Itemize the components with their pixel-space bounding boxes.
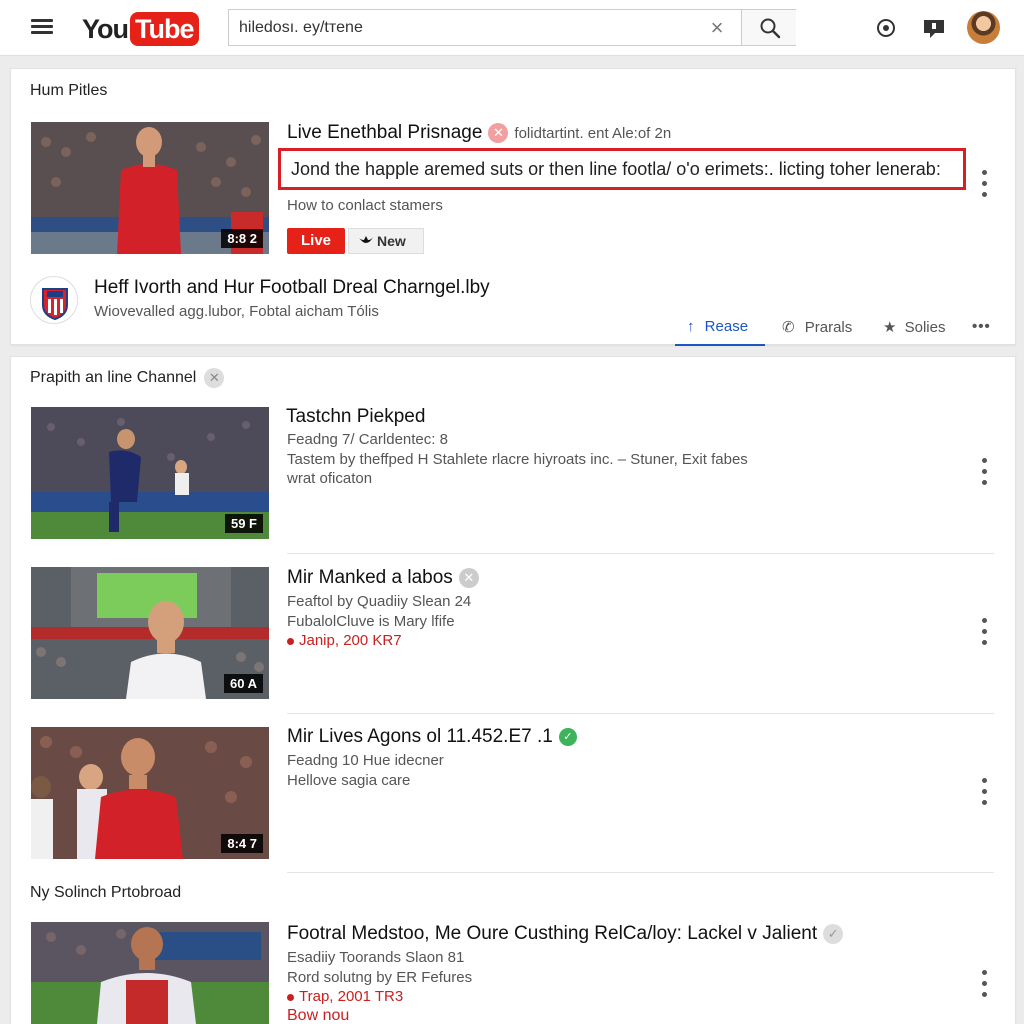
new-button-label: New bbox=[377, 233, 406, 249]
video-title-text: Live Enethbal Prisnage bbox=[287, 122, 483, 143]
new-button[interactable]: New bbox=[348, 228, 424, 254]
divider bbox=[287, 713, 994, 714]
video-meta: FubalolCluve is Mary lfife bbox=[287, 613, 455, 630]
video-title-text: Mir Manked a labos bbox=[287, 567, 453, 588]
live-status: Trap, 2001 TR3 bbox=[287, 988, 403, 1005]
video-title[interactable]: Mir Manked a labos ✕ bbox=[287, 567, 479, 589]
video-meta: Hellove sagia care bbox=[287, 772, 411, 789]
tab-label: Rease bbox=[704, 318, 749, 335]
bird-icon bbox=[359, 236, 373, 243]
phone-icon: ✆ bbox=[782, 319, 795, 336]
clear-icon[interactable]: × bbox=[705, 16, 729, 40]
video-meta: wrat oficaton bbox=[287, 470, 373, 487]
channel-logo[interactable] bbox=[30, 276, 78, 324]
live-status-text: Janip, 200 KR7 bbox=[299, 632, 402, 649]
divider bbox=[287, 553, 994, 554]
more-tabs-icon[interactable]: ••• bbox=[972, 318, 991, 346]
search-box: × bbox=[228, 9, 796, 46]
section-title: Prapith an line Channel ✕ bbox=[30, 368, 225, 388]
tab-label: Prarals bbox=[804, 319, 853, 336]
video-thumbnail[interactable]: 59 F bbox=[31, 407, 269, 539]
verified-icon: ✓ bbox=[558, 727, 577, 746]
crest-icon bbox=[42, 288, 68, 321]
duration-badge: 59 F bbox=[224, 514, 263, 533]
duration-badge: 60 A bbox=[224, 674, 263, 693]
section-title: Ny Solinch Prtobroad bbox=[30, 884, 182, 901]
video-meta: How to conlact stamers bbox=[287, 197, 443, 214]
video-meta: Feadng 7/ Carldentec: 8 bbox=[287, 431, 448, 448]
video-thumbnail[interactable]: 8:8 2 bbox=[31, 122, 269, 254]
video-meta: Feadng 10 Hue idecner bbox=[287, 752, 444, 769]
channel-subtitle: Wiovevalled agg.lubor, Fobtal aicham Tól… bbox=[94, 303, 379, 320]
duration-badge: 8:8 2 bbox=[221, 229, 263, 248]
search-icon bbox=[760, 18, 781, 39]
menu-icon[interactable] bbox=[28, 16, 56, 40]
search-button[interactable] bbox=[741, 10, 796, 45]
highlighted-description: Jond the happle aremed suts or then line… bbox=[278, 148, 966, 190]
video-meta: Feaftol by Quadiiy Slean 24 bbox=[287, 593, 472, 610]
video-meta: Tastem by theffped H Stahlete rlacre hiy… bbox=[287, 451, 748, 468]
video-badge-text: folidtartint. ent Ale:of 2n bbox=[514, 125, 672, 142]
video-title[interactable]: Mir Lives Agons ol 11.452.E7 .1 ✓ bbox=[287, 726, 577, 748]
more-options-icon[interactable] bbox=[974, 614, 994, 652]
verified-icon: ✓ bbox=[823, 923, 844, 944]
more-options-icon[interactable] bbox=[974, 966, 994, 1004]
logo-tube-text: Tube bbox=[130, 12, 199, 46]
video-thumbnail[interactable] bbox=[31, 922, 269, 1024]
video-title[interactable]: Tastchn Piekped bbox=[286, 406, 425, 428]
video-title[interactable]: Footral Medstoo, Me Oure Custhing RelCa/… bbox=[287, 923, 844, 945]
verified-icon: ✕ bbox=[458, 567, 479, 588]
tab-rease[interactable]: ↑ Rease bbox=[675, 318, 765, 346]
avatar[interactable] bbox=[967, 11, 1000, 44]
tab-label: Solies bbox=[904, 319, 946, 336]
video-title-text: Footral Medstoo, Me Oure Custhing RelCa/… bbox=[287, 923, 818, 944]
close-icon[interactable]: ✕ bbox=[488, 122, 509, 143]
notifications-icon[interactable] bbox=[920, 14, 948, 42]
section-title: Hum Pitles bbox=[30, 82, 108, 99]
channel-name[interactable]: Heff Ivorth and Hur Football Dreal Charn… bbox=[94, 277, 490, 299]
star-icon: ★ bbox=[883, 319, 897, 336]
live-status-text: Trap, 2001 TR3 bbox=[299, 988, 404, 1005]
live-status: Janip, 200 KR7 bbox=[287, 632, 402, 649]
highlighted-text: Jond the happle aremed suts or then line… bbox=[291, 159, 941, 179]
video-meta: Rord solutng by ER Fefures bbox=[287, 969, 473, 986]
video-title-text: Mir Lives Agons ol 11.452.E7 .1 bbox=[287, 726, 553, 747]
more-options-icon[interactable] bbox=[974, 454, 994, 492]
live-dot-icon bbox=[287, 993, 294, 1001]
top-bar: You Tube × bbox=[0, 0, 1024, 56]
live-button[interactable]: Live bbox=[287, 228, 345, 254]
video-thumbnail[interactable]: 8:4 7 bbox=[31, 727, 269, 859]
tab-solies[interactable]: ★ Solies bbox=[883, 318, 945, 346]
upload-icon[interactable] bbox=[872, 14, 900, 42]
duration-badge: 8:4 7 bbox=[221, 834, 263, 853]
tab-prarals[interactable]: ✆ Prarals bbox=[782, 318, 852, 346]
video-thumbnail[interactable]: 60 A bbox=[31, 567, 269, 699]
live-dot-icon bbox=[287, 637, 294, 645]
verified-icon: ✕ bbox=[204, 368, 225, 388]
video-meta: Esadiiy Toorands Slaon 81 bbox=[287, 949, 465, 966]
more-options-icon[interactable] bbox=[974, 166, 994, 204]
more-options-icon[interactable] bbox=[974, 774, 994, 812]
arrow-up-icon: ↑ bbox=[687, 318, 695, 335]
logo-you-text: You bbox=[82, 13, 129, 44]
divider bbox=[287, 872, 994, 873]
video-title[interactable]: Live Enethbal Prisnage ✕ folidtartint. ent… bbox=[287, 122, 671, 144]
search-input[interactable] bbox=[229, 10, 729, 45]
youtube-logo[interactable]: You Tube bbox=[82, 12, 199, 46]
section-title-text: Prapith an line Channel bbox=[30, 369, 197, 387]
watch-now-link[interactable]: Bow nou bbox=[287, 1007, 349, 1024]
thumbnail-image bbox=[31, 922, 269, 1024]
